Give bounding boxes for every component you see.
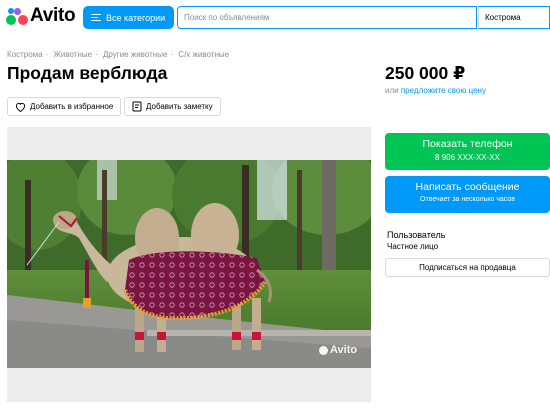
avito-logo[interactable]: Avito [6,5,76,27]
seller-name[interactable]: Пользователь [387,230,445,240]
photo-gallery[interactable]: Avito [7,127,371,402]
city-label: Кострома [485,13,521,22]
write-message-button[interactable]: Написать сообщение Отвечает за несколько… [385,176,550,213]
subscribe-seller-button[interactable]: Подписаться на продавца [385,258,550,277]
city-select[interactable]: Кострома [478,6,550,29]
logo-dots-icon [6,6,28,26]
logo-text: Avito [30,5,76,26]
listing-title: Продам верблюда [7,63,168,83]
show-phone-label: Показать телефон [422,138,513,150]
offer-price-link[interactable]: предложите свою цену [401,86,486,95]
breadcrumb-item-other-animals[interactable]: Другие животные [103,50,167,59]
listing-price: 250 000 ₽ [385,63,466,83]
breadcrumb: Кострома · Животные · Другие животные · С/х… [7,50,230,59]
add-to-favorites-button[interactable]: Добавить в избранное [7,97,122,116]
breadcrumb-item-animals[interactable]: Животные [54,50,93,59]
price-offer-prefix: или [385,86,399,95]
price-offer-text: или предложите свою цену [385,86,486,95]
phone-masked: 8 906 XXX-XX-XX [435,153,500,162]
burger-icon [91,13,101,22]
add-to-favorites-label: Добавить в избранное [30,102,114,111]
add-note-button[interactable]: Добавить заметку [124,97,221,116]
note-icon [132,101,142,112]
all-categories-button[interactable]: Все категории [83,6,174,29]
all-categories-label: Все категории [106,12,166,23]
add-note-label: Добавить заметку [146,102,213,111]
camel-photo [7,160,371,368]
seller-type: Частное лицо [387,242,439,251]
response-time: Отвечает за несколько часов [420,196,515,203]
subscribe-seller-label: Подписаться на продавца [419,263,516,272]
avito-watermark: Avito [319,344,357,356]
search-placeholder: Поиск по объявлениям [184,13,270,22]
breadcrumb-item-city[interactable]: Кострома [7,50,43,59]
header: Avito Все категории Поиск по объявлениям… [0,0,550,34]
heart-icon [15,102,26,112]
show-phone-button[interactable]: Показать телефон 8 906 XXX-XX-XX [385,133,550,170]
write-message-label: Написать сообщение [415,181,520,193]
breadcrumb-item-farm-animals[interactable]: С/х животные [178,50,229,59]
search-input[interactable]: Поиск по объявлениям [177,6,477,29]
